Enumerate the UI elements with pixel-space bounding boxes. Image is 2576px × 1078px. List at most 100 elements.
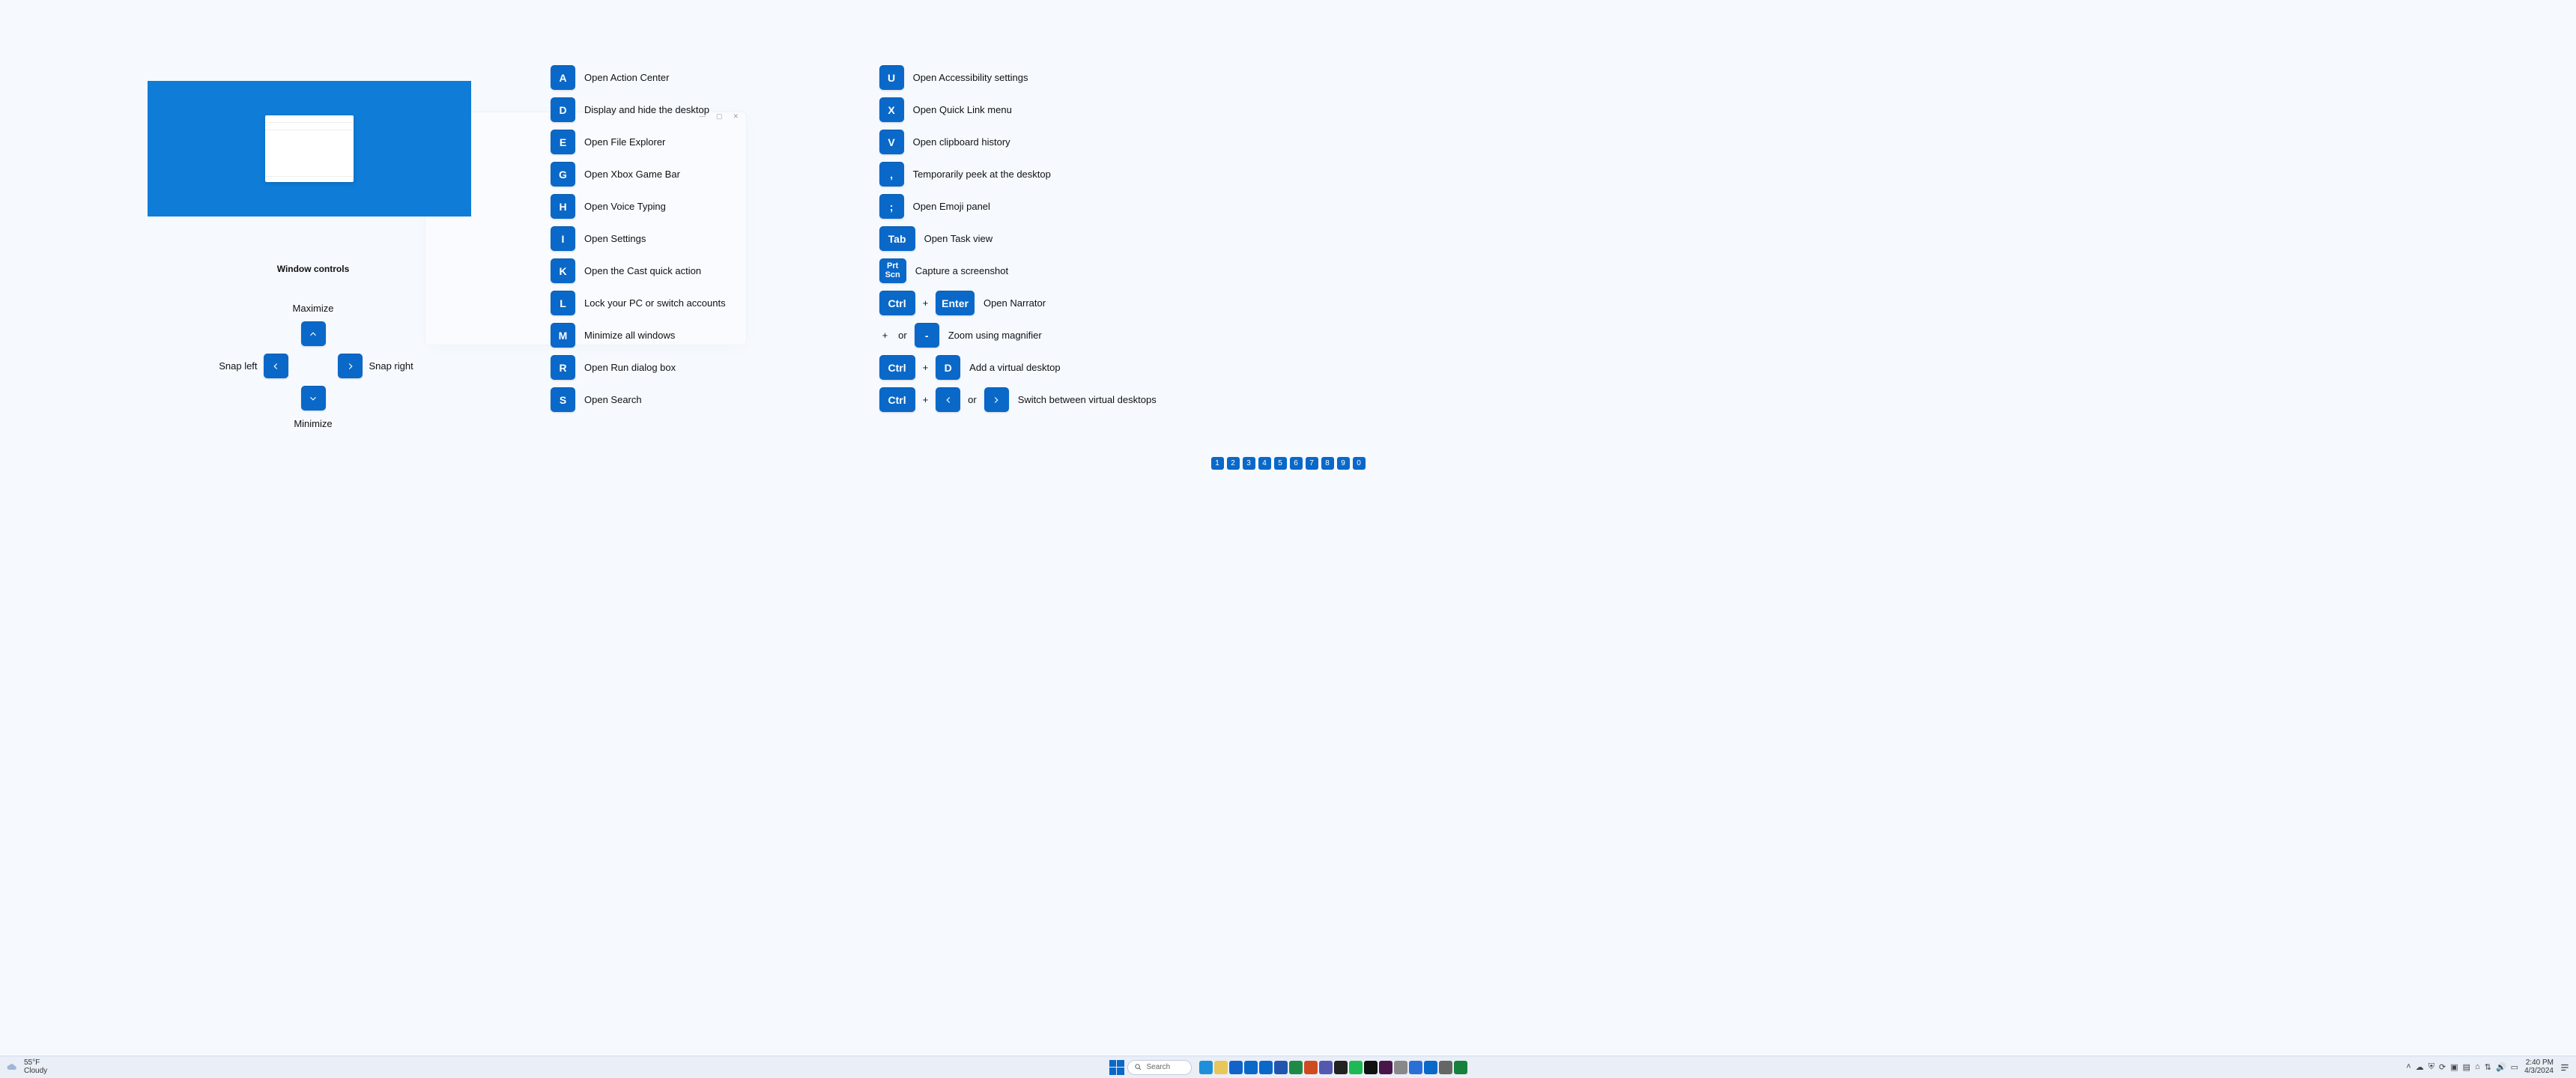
arrow-left-key[interactable] [264, 354, 288, 378]
plus-separator: + [920, 297, 932, 309]
cloud-icon [6, 1063, 19, 1072]
tray-tb1-icon[interactable]: ▣ [2450, 1062, 2458, 1072]
key-u[interactable]: U [879, 65, 904, 90]
key-s[interactable]: S [551, 387, 575, 412]
taskbar-app-store[interactable] [1229, 1061, 1243, 1074]
shortcuts-column-1: AOpen Action CenterDDisplay and hide the… [551, 65, 726, 412]
or-separator: or [965, 394, 980, 405]
window-controls-section: Window controls Maximize Snap left Snap … [193, 264, 433, 429]
page-0[interactable]: 0 [1353, 457, 1366, 470]
key-combo: , [879, 162, 904, 187]
taskbar-app-slack[interactable] [1379, 1061, 1392, 1074]
page-5[interactable]: 5 [1274, 457, 1287, 470]
taskbar-app-app1[interactable] [1394, 1061, 1407, 1074]
taskbar-app-teams[interactable] [1319, 1061, 1333, 1074]
key-;[interactable]: ; [879, 194, 904, 219]
tray-shield-icon[interactable]: ⛨ [2428, 1062, 2434, 1072]
key-enter[interactable]: Enter [936, 291, 975, 315]
notifications-icon[interactable] [2560, 1062, 2570, 1073]
weather-widget[interactable]: 55°F Cloudy [6, 1059, 47, 1075]
page-3[interactable]: 3 [1243, 457, 1255, 470]
taskbar-app-figma[interactable] [1364, 1061, 1378, 1074]
system-tray[interactable]: ˄ ☁ ⛨ ⟳ ▣ ▤ ⌂ ⇅ 🔊 ▭ 2:40 PM 4/3/2024 [2406, 1059, 2570, 1075]
page-2[interactable]: 2 [1227, 457, 1240, 470]
taskbar-app-excel[interactable] [1289, 1061, 1303, 1074]
taskbar-app-mail[interactable] [1244, 1061, 1258, 1074]
plus-separator: + [879, 330, 891, 341]
page-1[interactable]: 1 [1211, 457, 1224, 470]
key-l[interactable]: L [551, 291, 575, 315]
taskbar-app-spotify[interactable] [1349, 1061, 1363, 1074]
taskbar-app-settings[interactable] [1439, 1061, 1452, 1074]
key-‹[interactable] [936, 387, 960, 412]
key-x[interactable]: X [879, 97, 904, 122]
key-,[interactable]: , [879, 162, 904, 187]
taskbar-app-outlook[interactable] [1259, 1061, 1273, 1074]
key-›[interactable] [984, 387, 1009, 412]
key-m[interactable]: M [551, 323, 575, 348]
key-r[interactable]: R [551, 355, 575, 380]
key-combo: Ctrl + Enter [879, 291, 975, 315]
taskbar-app-power[interactable] [1304, 1061, 1318, 1074]
key-tab[interactable]: Tab [879, 226, 915, 251]
tray-chevron-icon[interactable]: ˄ [2406, 1062, 2410, 1072]
taskbar-app-edge[interactable] [1199, 1061, 1213, 1074]
key-i[interactable]: I [551, 226, 575, 251]
key-k[interactable]: K [551, 258, 575, 283]
taskbar[interactable]: 55°F Cloudy Search ˄ ☁ ⛨ ⟳ ▣ ▤ ⌂ ⇅ 🔊 ▭ 2:40 PM 4/… [0, 1056, 2576, 1078]
shortcut-desc: Open Narrator [984, 297, 1046, 309]
window-controls-heading: Window controls [193, 264, 433, 274]
shortcut-row: ,Temporarily peek at the desktop [879, 162, 1157, 187]
shortcut-desc: Open Settings [584, 233, 646, 244]
taskbar-app-app3[interactable] [1454, 1061, 1467, 1074]
snap-left-label: Snap left [219, 360, 257, 372]
taskbar-app-app2[interactable] [1409, 1061, 1422, 1074]
taskbar-app-word[interactable] [1274, 1061, 1288, 1074]
key-h[interactable]: H [551, 194, 575, 219]
page-4[interactable]: 4 [1258, 457, 1271, 470]
minimize-label: Minimize [294, 418, 332, 429]
taskbar-clock[interactable]: 2:40 PM 4/3/2024 [2524, 1059, 2554, 1075]
key-combo: V [879, 130, 904, 154]
shortcut-desc: Open Quick Link menu [913, 104, 1012, 115]
tray-tb2-icon[interactable]: ▤ [2463, 1062, 2470, 1072]
shortcut-desc: Open the Cast quick action [584, 265, 701, 276]
key--[interactable]: - [915, 323, 939, 348]
arrow-up-key[interactable] [301, 321, 326, 346]
key-v[interactable]: V [879, 130, 904, 154]
start-button[interactable] [1109, 1060, 1124, 1075]
arrow-down-key[interactable] [301, 386, 326, 411]
shortcut-row: TabOpen Task view [879, 226, 1157, 251]
shortcut-row: ROpen Run dialog box [551, 355, 726, 380]
key-ctrl[interactable]: Ctrl [879, 387, 915, 412]
page-8[interactable]: 8 [1321, 457, 1334, 470]
key-ctrl[interactable]: Ctrl [879, 355, 915, 380]
key-d[interactable]: D [551, 97, 575, 122]
tray-onedrive-icon[interactable]: ☁ [2416, 1062, 2424, 1072]
key-ctrl[interactable]: Ctrl [879, 291, 915, 315]
hero-desktop-illustration [148, 81, 471, 216]
arrow-right-key[interactable] [338, 354, 363, 378]
key-a[interactable]: A [551, 65, 575, 90]
taskbar-search[interactable]: Search [1127, 1060, 1192, 1075]
key-d[interactable]: D [936, 355, 960, 380]
shortcut-row: EOpen File Explorer [551, 130, 726, 154]
page-9[interactable]: 9 [1337, 457, 1350, 470]
tray-tb3-icon[interactable]: ⌂ [2475, 1062, 2480, 1072]
shortcut-row: MMinimize all windows [551, 323, 726, 348]
page-7[interactable]: 7 [1306, 457, 1318, 470]
tray-volume-icon[interactable]: 🔊 [2496, 1062, 2506, 1072]
key-combo: Tab [879, 226, 915, 251]
key-g[interactable]: G [551, 162, 575, 187]
taskbar-app-explorer[interactable] [1214, 1061, 1228, 1074]
taskbar-app-terminal[interactable] [1334, 1061, 1348, 1074]
tray-sync-icon[interactable]: ⟳ [2439, 1062, 2446, 1072]
shortcut-desc: Open Accessibility settings [913, 72, 1028, 83]
key-e[interactable]: E [551, 130, 575, 154]
taskbar-app-vscode[interactable] [1424, 1061, 1437, 1074]
page-6[interactable]: 6 [1290, 457, 1303, 470]
key-prt-scn[interactable]: PrtScn [879, 258, 906, 283]
tray-battery-icon[interactable]: ▭ [2511, 1062, 2518, 1072]
shortcut-desc: Zoom using magnifier [948, 330, 1042, 341]
tray-wifi-icon[interactable]: ⇅ [2485, 1062, 2491, 1072]
